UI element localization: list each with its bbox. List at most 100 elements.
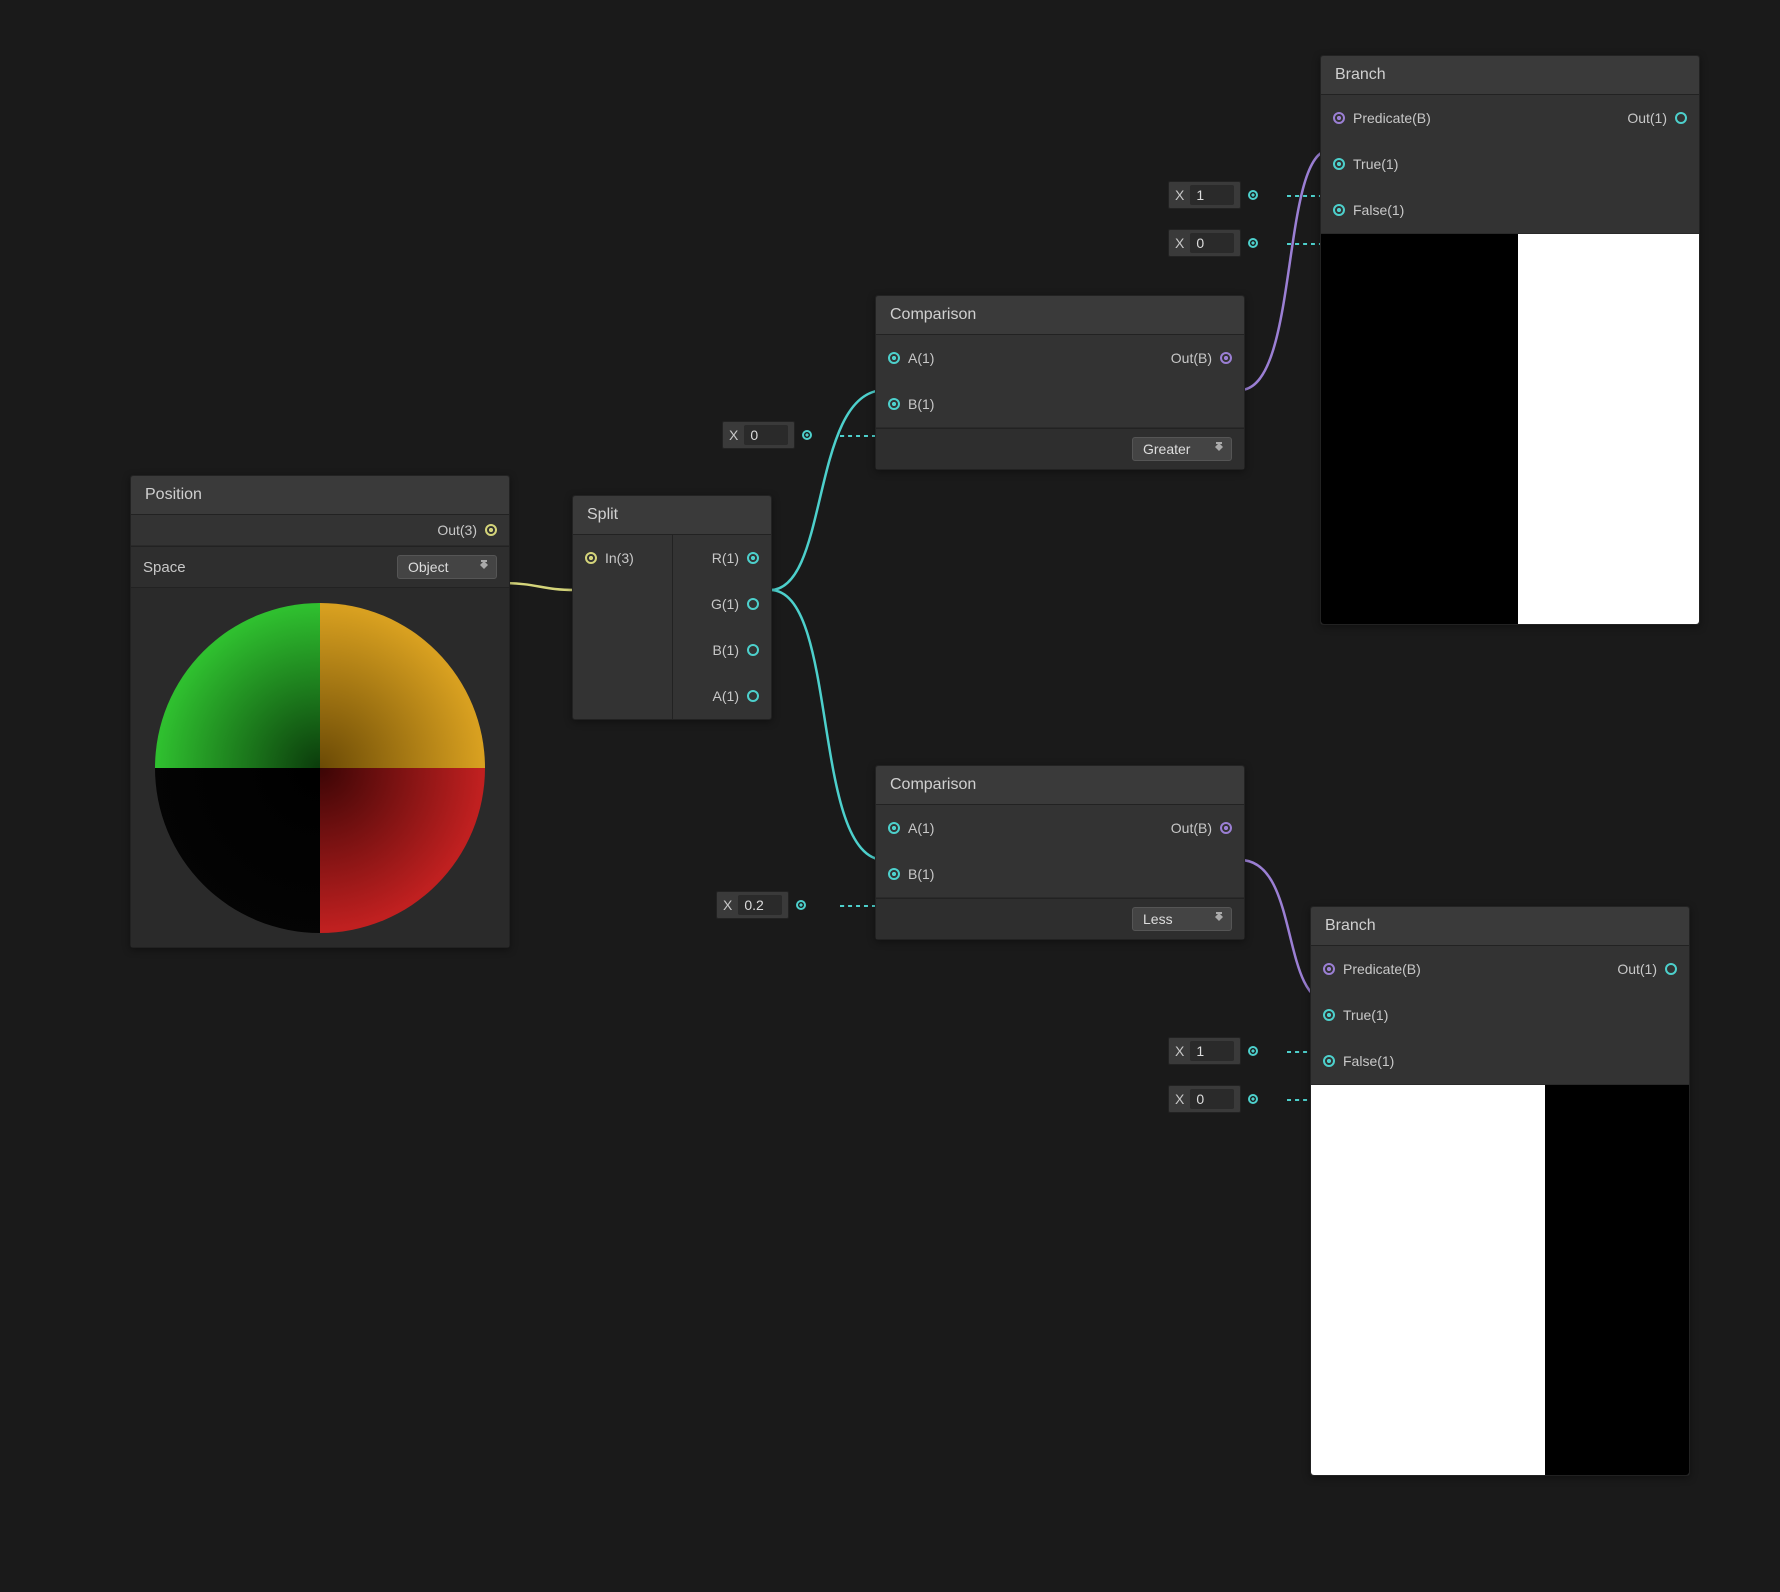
port-label: A(1) — [713, 688, 739, 704]
port-dot-icon — [485, 524, 497, 536]
port-label: Out(3) — [437, 522, 477, 538]
float-x-label: X — [723, 897, 732, 913]
port-comp1-b[interactable]: B(1) — [876, 381, 946, 427]
port-dot-icon — [1665, 963, 1677, 975]
port-label: In(3) — [605, 550, 634, 566]
float-x-label: X — [729, 427, 738, 443]
float-input-branch2-true[interactable]: X 1 — [1168, 1037, 1241, 1065]
port-dot-icon — [1220, 352, 1232, 364]
port-dot-icon — [888, 868, 900, 880]
port-comp1-a[interactable]: A(1) — [876, 335, 946, 381]
port-branch2-out[interactable]: Out(1) — [1605, 946, 1689, 992]
port-split-b[interactable]: B(1) — [673, 627, 772, 673]
port-dot-icon — [796, 900, 806, 910]
port-branch1-false[interactable]: False(1) — [1321, 187, 1443, 233]
node-position[interactable]: Position Out(3) Space Object — [130, 475, 510, 948]
branch1-preview — [1321, 234, 1699, 624]
port-dot-icon — [1333, 204, 1345, 216]
port-comp2-a[interactable]: A(1) — [876, 805, 946, 851]
node-branch-1[interactable]: Branch Predicate(B) True(1) False(1) — [1320, 55, 1700, 625]
param-label: Space — [143, 559, 186, 576]
float-value[interactable]: 1 — [1190, 1041, 1234, 1061]
port-label: A(1) — [908, 820, 934, 836]
port-branch2-false[interactable]: False(1) — [1311, 1038, 1433, 1084]
node-split[interactable]: Split In(3) R(1) G(1) B(1) — [572, 495, 772, 720]
port-split-in[interactable]: In(3) — [573, 535, 672, 581]
port-dot-icon — [888, 352, 900, 364]
float-x-label: X — [1175, 1043, 1184, 1059]
port-label: Out(1) — [1617, 961, 1657, 977]
port-dot-icon — [747, 644, 759, 656]
node-graph-canvas[interactable]: Position Out(3) Space Object — [0, 0, 1780, 1592]
float-value[interactable]: 0 — [1190, 233, 1234, 253]
port-label: True(1) — [1353, 156, 1398, 172]
port-split-g[interactable]: G(1) — [673, 581, 772, 627]
port-comp2-out[interactable]: Out(B) — [1159, 805, 1244, 851]
branch2-preview — [1311, 1085, 1689, 1475]
port-branch1-true[interactable]: True(1) — [1321, 141, 1443, 187]
port-dot-icon — [1675, 112, 1687, 124]
float-input-comp2-b[interactable]: X 0.2 — [716, 891, 789, 919]
port-split-r[interactable]: R(1) — [673, 535, 772, 581]
port-dot-icon — [747, 598, 759, 610]
port-comp1-out[interactable]: Out(B) — [1159, 335, 1244, 381]
float-x-label: X — [1175, 235, 1184, 251]
port-label: R(1) — [712, 550, 739, 566]
port-split-a[interactable]: A(1) — [673, 673, 772, 719]
port-dot-icon — [888, 822, 900, 834]
float-value[interactable]: 0.2 — [738, 895, 782, 915]
port-dot-icon — [1248, 238, 1258, 248]
port-label: A(1) — [908, 350, 934, 366]
port-dot-icon — [1248, 1094, 1258, 1104]
select-value: Less — [1143, 911, 1173, 927]
comparison-mode-select[interactable]: Greater — [1132, 437, 1232, 461]
node-title[interactable]: Comparison — [876, 296, 1244, 335]
node-title[interactable]: Comparison — [876, 766, 1244, 805]
port-dot-icon — [585, 552, 597, 564]
node-title[interactable]: Branch — [1311, 907, 1689, 946]
node-title[interactable]: Split — [573, 496, 771, 535]
port-branch2-true[interactable]: True(1) — [1311, 992, 1433, 1038]
port-dot-icon — [1333, 158, 1345, 170]
float-input-branch2-false[interactable]: X 0 — [1168, 1085, 1241, 1113]
port-dot-icon — [1220, 822, 1232, 834]
port-comp2-b[interactable]: B(1) — [876, 851, 946, 897]
port-dot-icon — [888, 398, 900, 410]
float-input-branch1-false[interactable]: X 0 — [1168, 229, 1241, 257]
port-dot-icon — [1333, 112, 1345, 124]
node-title[interactable]: Branch — [1321, 56, 1699, 95]
port-label: Predicate(B) — [1343, 961, 1421, 977]
float-value[interactable]: 0 — [744, 425, 788, 445]
port-dot-icon — [747, 690, 759, 702]
float-value[interactable]: 1 — [1190, 185, 1234, 205]
comparison-mode-select[interactable]: Less — [1132, 907, 1232, 931]
position-preview-icon — [155, 603, 485, 933]
port-branch1-predicate[interactable]: Predicate(B) — [1321, 95, 1443, 141]
float-input-branch1-true[interactable]: X 1 — [1168, 181, 1241, 209]
port-branch2-predicate[interactable]: Predicate(B) — [1311, 946, 1433, 992]
float-x-label: X — [1175, 1091, 1184, 1107]
port-branch1-out[interactable]: Out(1) — [1615, 95, 1699, 141]
port-label: Out(B) — [1171, 350, 1212, 366]
node-comparison-2[interactable]: Comparison A(1) B(1) Out(B) — [875, 765, 1245, 940]
port-label: Predicate(B) — [1353, 110, 1431, 126]
float-value[interactable]: 0 — [1190, 1089, 1234, 1109]
port-label: B(1) — [713, 642, 739, 658]
node-branch-2[interactable]: Branch Predicate(B) True(1) False(1) — [1310, 906, 1690, 1476]
port-label: G(1) — [711, 596, 739, 612]
port-label: Out(B) — [1171, 820, 1212, 836]
port-dot-icon — [1323, 963, 1335, 975]
space-select[interactable]: Object — [397, 555, 497, 579]
port-dot-icon — [747, 552, 759, 564]
port-label: B(1) — [908, 396, 934, 412]
port-label: False(1) — [1353, 202, 1404, 218]
select-value: Greater — [1143, 441, 1190, 457]
port-dot-icon — [802, 430, 812, 440]
node-title[interactable]: Position — [131, 476, 509, 515]
port-label: True(1) — [1343, 1007, 1388, 1023]
float-input-comp1-b[interactable]: X 0 — [722, 421, 795, 449]
float-x-label: X — [1175, 187, 1184, 203]
port-label: False(1) — [1343, 1053, 1394, 1069]
port-position-out[interactable]: Out(3) — [425, 515, 509, 545]
node-comparison-1[interactable]: Comparison A(1) B(1) Out(B) — [875, 295, 1245, 470]
